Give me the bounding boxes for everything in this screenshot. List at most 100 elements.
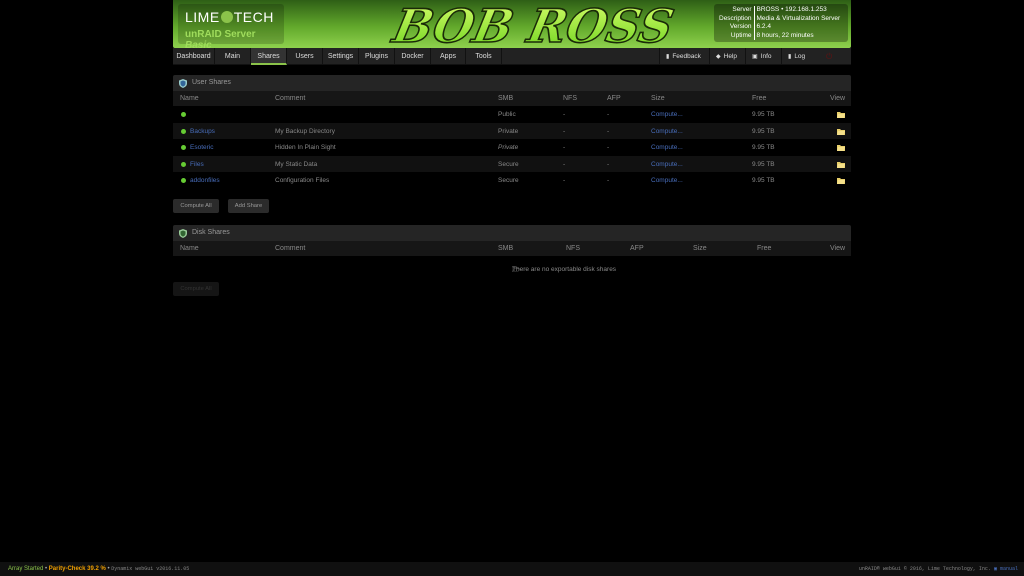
feedback-label: Feedback [672, 53, 701, 60]
compute-size-link[interactable]: Compute... [651, 144, 683, 151]
folder-view-icon[interactable] [837, 111, 845, 118]
share-nfs: - [563, 127, 566, 135]
col-nfs[interactable]: NFS [566, 245, 580, 252]
share-smb: Public [498, 111, 516, 118]
add-share-button[interactable]: Add Share [228, 199, 269, 213]
help-icon: ◆ [716, 54, 721, 60]
help-link[interactable]: ◆ Help [709, 48, 745, 65]
share-afp: - [607, 177, 610, 184]
webgui-version: Dynamix webGui v2016.11.05 [111, 566, 190, 572]
compute-size-link[interactable]: Compute... [651, 111, 683, 118]
col-comment[interactable]: Comment [275, 95, 305, 102]
share-free: 9.95 TB [752, 111, 775, 118]
col-free[interactable]: Free [757, 245, 771, 252]
logo-lime: LIME [185, 9, 220, 25]
col-afp[interactable]: AFP [630, 245, 644, 252]
empty-row: 🗁 There are no exportable disk shares [173, 256, 851, 274]
col-size[interactable]: Size [693, 245, 707, 252]
tab-plugins[interactable]: Plugins [359, 48, 395, 65]
tab-settings[interactable]: Settings [323, 48, 359, 65]
tab-tools[interactable]: Tools [466, 48, 502, 65]
col-afp[interactable]: AFP [607, 95, 621, 102]
share-afp: - [607, 144, 610, 151]
col-nfs[interactable]: NFS [563, 95, 577, 102]
sysinfo-key: Version [729, 23, 752, 30]
shield-icon [179, 79, 187, 88]
array-status: Array Started [8, 566, 44, 572]
section-title: User Shares [192, 79, 231, 86]
share-nfs: - [563, 160, 566, 168]
limetech-logo[interactable]: LIME TECH unRAID Server Basic [178, 4, 284, 48]
share-name-link[interactable]: addonfiles [190, 177, 220, 184]
tab-shares[interactable]: Shares [251, 48, 287, 65]
tab-dashboard[interactable]: Dashboard [173, 48, 215, 65]
col-comment[interactable]: Comment [275, 245, 305, 252]
col-free[interactable]: Free [752, 95, 766, 102]
tab-users[interactable]: Users [287, 48, 323, 65]
help-label: Help [723, 53, 737, 60]
disk-compute-all-button[interactable]: Compute All [173, 282, 219, 296]
section-title: Disk Shares [192, 229, 230, 236]
col-smb[interactable]: SMB [498, 95, 513, 102]
share-smb: Secure [498, 160, 519, 168]
lime-icon [220, 11, 233, 23]
comment-icon: ▮ [666, 54, 670, 60]
status-dot-icon [181, 128, 186, 134]
folder-view-icon[interactable] [837, 161, 845, 168]
power-icon[interactable]: ⏻ [826, 52, 836, 61]
col-view: View [830, 245, 846, 252]
folder-view-icon[interactable] [837, 177, 845, 184]
share-free: 9.95 TB [752, 160, 775, 168]
folder-view-icon[interactable] [837, 144, 845, 151]
sysinfo-value: 8 hours, 22 minutes [753, 31, 843, 40]
col-smb[interactable]: SMB [498, 245, 513, 252]
empty-message: There are no exportable disk shares [512, 266, 617, 273]
copyright: unRAID® webGui © 2016, Lime Technology, … [858, 566, 991, 572]
book-icon: ▣ [993, 566, 997, 572]
share-name-link[interactable]: Esoteric [190, 144, 213, 151]
sysinfo-value: BROSS • 192.168.1.253 [753, 6, 843, 15]
tab-apps[interactable]: Apps [431, 48, 466, 65]
folder-view-icon[interactable] [837, 128, 845, 135]
sysinfo-key: Description [719, 14, 752, 22]
manual-link[interactable]: manual [1000, 566, 1018, 572]
system-info-panel: Server BROSS • 192.168.1.253 Description M… [714, 4, 848, 42]
share-comment: My Static Data [275, 160, 318, 168]
share-comment: Configuration Files [275, 177, 330, 184]
compute-size-link[interactable]: Compute... [651, 177, 683, 184]
table-row: addonfiles Configuration Files Secure - … [173, 172, 851, 189]
info-label: Info [760, 53, 772, 60]
log-link[interactable]: ▮ Log [781, 48, 817, 65]
share-nfs: - [563, 111, 566, 118]
share-afp: - [607, 111, 610, 118]
table-row: Backups My Backup Directory Private - - … [173, 122, 851, 139]
share-name-link[interactable]: Files [190, 161, 204, 168]
share-free: 9.95 TB [752, 177, 775, 184]
status-dot-icon [181, 178, 186, 183]
logo-edition: Basic [185, 40, 212, 48]
compute-size-link[interactable]: Compute... [651, 161, 683, 168]
col-name[interactable]: Name [180, 245, 199, 252]
col-size[interactable]: Size [651, 95, 665, 102]
feedback-link[interactable]: ▮ Feedback [659, 48, 709, 65]
table-header: Name Comment SMB NFS AFP Size Free View [173, 91, 851, 106]
table-header: Name Comment SMB NFS AFP Size Free View [173, 241, 851, 256]
header: LIME TECH unRAID Server Basic BOB ROSS Se… [173, 0, 851, 48]
tab-docker[interactable]: Docker [395, 48, 431, 65]
share-name-link[interactable]: Backups [190, 128, 215, 135]
sysinfo-value: Media & Virtualization Server [753, 14, 843, 23]
share-smb: Private [498, 144, 519, 151]
info-link[interactable]: ▣ Info [745, 48, 781, 65]
tab-main[interactable]: Main [215, 48, 251, 65]
col-name[interactable]: Name [180, 95, 199, 102]
compute-size-link[interactable]: Compute... [651, 128, 683, 135]
parity-status: Parity-Check 39.2 % [48, 566, 106, 572]
table-row: Public - - Compute... 9.95 TB [173, 106, 851, 123]
share-afp: - [607, 160, 610, 168]
table-row: Esoteric Hidden In Plain Sight Private -… [173, 139, 851, 156]
sysinfo-value: 6.2.4 [753, 23, 843, 32]
status-dot-icon [181, 145, 186, 150]
sysinfo-key: Uptime [730, 31, 752, 39]
status-dot-icon [181, 112, 186, 117]
compute-all-button[interactable]: Compute All [173, 199, 219, 213]
